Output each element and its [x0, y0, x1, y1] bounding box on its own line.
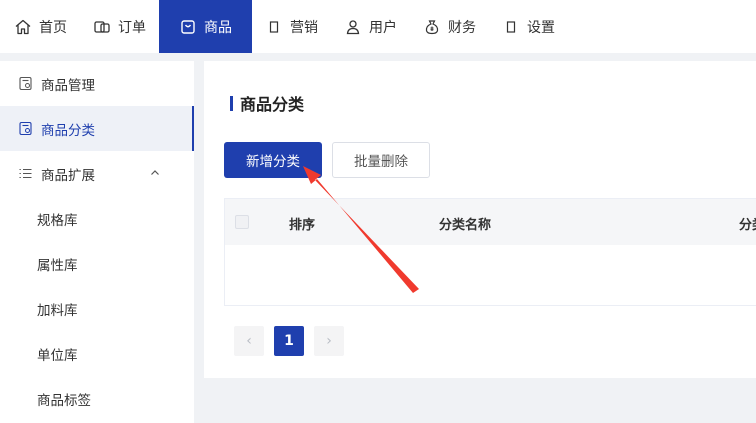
next-page-button[interactable]: › [314, 326, 344, 356]
nav-label: 营销 [290, 19, 318, 36]
page-title-text: 商品分类 [240, 95, 305, 114]
nav-item-goods[interactable]: 商品 [159, 0, 252, 53]
select-all-checkbox[interactable] [235, 215, 249, 229]
sidebar-subitem-spec-library[interactable]: 规格库 [0, 196, 194, 241]
sidebar-item-goods-category[interactable]: 商品分类 [0, 106, 194, 151]
sidebar-item-goods-manage[interactable]: 商品管理 [0, 61, 194, 106]
column-header-category-name[interactable]: 分类名称 [439, 214, 491, 233]
sidebar-subitem-addon-library[interactable]: 加料库 [0, 286, 194, 331]
nav-label: 财务 [448, 19, 476, 36]
sidebar-subitem-unit-library[interactable]: 单位库 [0, 331, 194, 376]
settings-icon [502, 18, 520, 36]
sidebar: 商品管理 商品分类 商品扩展 规格库 属性库 加料库 单位库 商品标签 [0, 61, 194, 423]
nav-label: 用户 [369, 19, 397, 36]
table-header: 排序 分类名称 分类 [225, 199, 756, 245]
top-nav: 首页 订单 商品 营销 用户 财务 设置 [0, 0, 756, 53]
home-icon [14, 18, 32, 36]
column-header-category[interactable]: 分类 [739, 214, 756, 233]
user-icon [344, 18, 362, 36]
orders-icon [93, 18, 111, 36]
nav-item-settings[interactable]: 设置 [489, 0, 568, 53]
nav-label: 首页 [39, 19, 67, 36]
goods-category-icon [18, 121, 33, 136]
nav-item-finance[interactable]: 财务 [410, 0, 489, 53]
sidebar-item-goods-extend[interactable]: 商品扩展 [0, 151, 194, 196]
goods-manage-icon [18, 76, 33, 91]
nav-item-home[interactable]: 首页 [0, 0, 80, 53]
sidebar-item-label: 商品分类 [41, 122, 95, 139]
nav-label: 设置 [527, 19, 555, 36]
page-title: 商品分类 [230, 91, 304, 115]
sidebar-item-label: 商品扩展 [41, 167, 95, 184]
marketing-icon [265, 18, 283, 36]
nav-item-marketing[interactable]: 营销 [252, 0, 331, 53]
category-table: 排序 分类名称 分类 [224, 198, 756, 306]
money-bag-icon [423, 18, 441, 36]
main-content: 商品分类 新增分类 批量删除 排序 分类名称 分类 ‹ 1 › [204, 61, 756, 378]
nav-item-orders[interactable]: 订单 [80, 0, 159, 53]
prev-page-button[interactable]: ‹ [234, 326, 264, 356]
nav-item-users[interactable]: 用户 [331, 0, 410, 53]
goods-bag-icon [179, 18, 197, 36]
sidebar-item-label: 商品管理 [41, 77, 95, 94]
title-accent-bar [230, 95, 233, 111]
nav-label: 商品 [204, 19, 232, 36]
page-number-current[interactable]: 1 [274, 326, 304, 356]
sidebar-subitem-goods-tags[interactable]: 商品标签 [0, 376, 194, 421]
nav-label: 订单 [118, 19, 146, 36]
list-icon [18, 166, 33, 181]
chevron-up-icon[interactable] [148, 166, 162, 180]
sidebar-subitem-attribute-library[interactable]: 属性库 [0, 241, 194, 286]
add-category-button[interactable]: 新增分类 [224, 142, 322, 178]
pagination: ‹ 1 › [234, 326, 344, 356]
column-header-sort[interactable]: 排序 [289, 214, 315, 233]
batch-delete-button[interactable]: 批量删除 [332, 142, 430, 178]
